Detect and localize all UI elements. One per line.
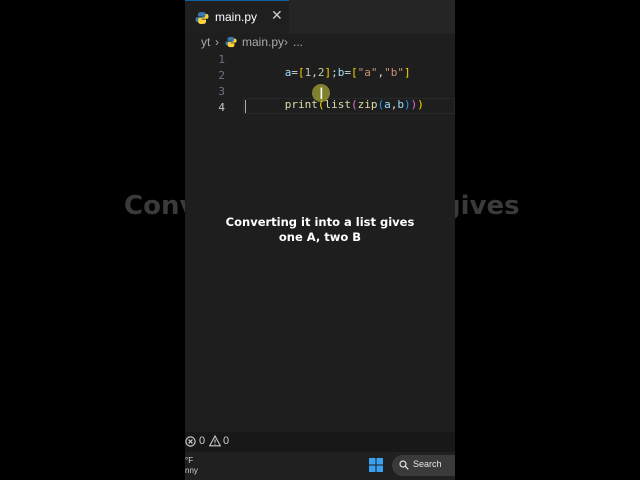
windows-taskbar: °F nny Search <box>185 452 455 480</box>
search-icon <box>399 460 409 470</box>
caption-line-2: one A, two B <box>278 230 362 244</box>
warning-icon[interactable] <box>209 435 221 447</box>
breadcrumb-more[interactable]: ... <box>293 35 303 49</box>
line-number: 3 <box>218 85 225 98</box>
taskbar-search-box[interactable]: Search <box>392 455 455 476</box>
breadcrumb-separator: › <box>284 35 288 49</box>
windows-start-icon[interactable] <box>369 458 383 472</box>
warning-count[interactable]: 0 <box>223 435 229 447</box>
tab-filename: main.py <box>215 10 258 24</box>
weather-description[interactable]: nny <box>185 466 198 475</box>
text-caret <box>245 100 246 113</box>
video-caption: Converting it into a list gives one A, t… <box>185 215 455 245</box>
line-number: 2 <box>218 69 225 82</box>
python-icon <box>225 36 237 48</box>
breadcrumb-file[interactable]: main.py <box>242 35 284 49</box>
phone-frame: main.py ✕ yt › main.py › ... 1 2 3 4 a=[… <box>185 0 455 480</box>
breadcrumb-folder[interactable]: yt <box>201 35 210 49</box>
line-number-active: 4 <box>218 101 225 114</box>
breadcrumb: yt › main.py › ... <box>185 34 455 52</box>
error-icon[interactable] <box>185 436 196 447</box>
text-cursor-icon: I <box>319 84 324 103</box>
weather-temperature[interactable]: °F <box>185 456 193 465</box>
status-bar: 0 0 <box>185 432 455 452</box>
caption-line-1: Converting it into a list gives <box>225 215 415 229</box>
breadcrumb-separator: › <box>215 35 219 49</box>
code-line-3[interactable]: print(list(zip(a,b))) <box>245 85 424 124</box>
python-icon <box>195 12 209 24</box>
editor-tab-bar: main.py ✕ <box>185 0 455 34</box>
search-label: Search <box>413 459 442 469</box>
tab-main-py[interactable]: main.py ✕ <box>185 0 289 34</box>
close-icon[interactable]: ✕ <box>271 8 283 24</box>
error-count[interactable]: 0 <box>199 435 205 447</box>
line-number: 1 <box>218 53 225 66</box>
